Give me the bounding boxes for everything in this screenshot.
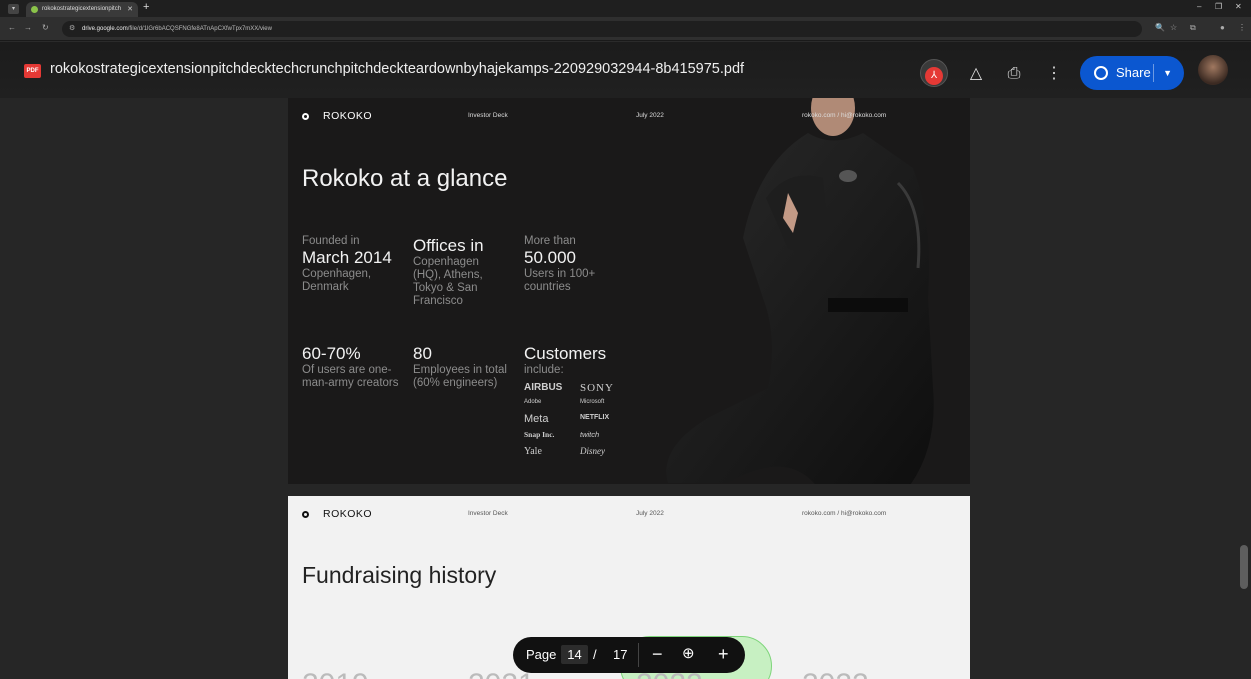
stat-customers-value: Customers — [524, 344, 607, 363]
logo-twitch: twitch — [580, 430, 600, 439]
tab-close-icon[interactable]: ✕ — [127, 2, 133, 17]
logo-disney: Disney — [580, 446, 605, 456]
stat-founded-pre: Founded in — [302, 235, 360, 247]
zoom-out-icon[interactable]: − — [652, 643, 663, 665]
new-tab-button[interactable]: + — [143, 1, 149, 13]
stat-creators-post: Of users are one-man-army creators — [302, 364, 399, 389]
stat-offices-post: Copenhagen (HQ), Athens, Tokyo & San Fra… — [413, 256, 483, 307]
page-label: Page — [526, 647, 557, 662]
zoom-fit-icon[interactable]: ⊕ — [682, 643, 695, 665]
page-separator: / — [593, 647, 597, 662]
open-with-acrobat-button[interactable]: ⅄ — [920, 59, 948, 87]
share-button[interactable]: Share ▼ — [1080, 56, 1184, 90]
globe-icon — [1094, 66, 1108, 80]
site-info-icon[interactable]: ⚙ — [69, 21, 75, 37]
pager-divider — [638, 643, 639, 667]
add-to-drive-icon[interactable]: △ — [962, 60, 990, 88]
url-host: drive.google.com — [82, 26, 128, 32]
browser-tab-strip: ▾ rokokostrategicextensionpitch ✕ + – ❐ … — [0, 0, 1251, 17]
stat-founded-value: March 2014 — [302, 248, 392, 267]
slide-header-contact: rokoko.com / hi@rokoko.com — [802, 112, 887, 119]
person-in-mocap-suit-image — [666, 98, 934, 484]
slide-header-doc: Investor Deck — [468, 112, 508, 119]
page-number-input[interactable]: 14 — [561, 645, 588, 664]
viewer-scrollbar[interactable] — [1240, 545, 1248, 589]
forward-icon[interactable]: → — [24, 23, 32, 32]
stat-offices: Offices in Copenhagen (HQ), Athens, Toky… — [413, 236, 508, 308]
stat-founded: Founded in March 2014 Copenhagen, Denmar… — [302, 235, 402, 294]
pdf-page-14: ROKOKO Investor Deck July 2022 rokoko.co… — [288, 98, 970, 484]
slide-title: Fundraising history — [302, 562, 497, 588]
stat-users-post: Users in 100+ countries — [524, 268, 596, 293]
logo-sony: SONY — [580, 382, 614, 394]
account-avatar[interactable] — [1198, 55, 1228, 85]
zoom-icon[interactable]: 🔍 — [1155, 23, 1165, 32]
logo-airbus: AIRBUS — [524, 382, 563, 393]
back-icon[interactable]: ← — [8, 23, 16, 32]
slide-header-date: July 2022 — [636, 510, 664, 517]
share-label: Share — [1116, 65, 1151, 80]
stat-customers: Customers include: — [524, 344, 634, 377]
rokoko-logo-icon — [302, 113, 309, 120]
extensions-icon[interactable]: ⧉ — [1190, 23, 1196, 33]
close-window-icon[interactable]: ✕ — [1235, 2, 1242, 11]
browser-tab[interactable]: rokokostrategicextensionpitch ✕ — [26, 2, 138, 17]
slide-header-contact: rokoko.com / hi@rokoko.com — [802, 510, 887, 517]
logo-netflix: NETFLIX — [580, 414, 610, 421]
pdf-file-icon: PDF — [24, 64, 41, 78]
slide-logo-text: ROKOKO — [323, 110, 373, 122]
more-options-icon[interactable]: ⋮ — [1040, 60, 1068, 88]
url-path: /file/d/1lGr6bACQSFNGfe8ATnApCXfwTpx7mXX… — [127, 26, 272, 32]
logo-yale: Yale — [524, 446, 542, 457]
share-divider — [1153, 64, 1154, 82]
slide-logo-text: ROKOKO — [323, 508, 373, 520]
file-name: rokokostrategicextensionpitchdecktechcru… — [50, 61, 745, 77]
stat-employees-post: Employees in total (60% engineers) — [413, 364, 507, 389]
year-label: 2019 — [302, 668, 369, 679]
page-navigator: Page 14 / 17 − ⊕ + — [513, 637, 745, 673]
zoom-in-icon[interactable]: + — [718, 643, 729, 665]
profile-icon[interactable]: ● — [1220, 23, 1225, 32]
slide-title: Rokoko at a glance — [302, 165, 508, 192]
total-pages: 17 — [613, 647, 628, 662]
stat-creators-value: 60-70% — [302, 344, 361, 363]
url-field[interactable]: ⚙ drive.google.com/file/d/1lGr6bACQSFNGf… — [62, 21, 1142, 37]
tab-title: rokokostrategicextensionpitch — [42, 6, 122, 12]
tab-search-button[interactable]: ▾ — [8, 4, 19, 14]
slide-header-doc: Investor Deck — [468, 510, 508, 517]
maximize-icon[interactable]: ❐ — [1215, 2, 1222, 11]
stat-founded-post: Copenhagen, Denmark — [302, 268, 372, 293]
stat-customers-post: include: — [524, 364, 564, 376]
year-label: 2022 — [802, 668, 869, 679]
reload-icon[interactable]: ↻ — [42, 23, 49, 32]
stat-offices-value: Offices in — [413, 236, 484, 255]
print-icon[interactable]: ⎙ — [1000, 60, 1028, 88]
logo-snap: Snap Inc. — [524, 430, 555, 439]
acrobat-icon: ⅄ — [925, 67, 943, 85]
share-dropdown-icon[interactable]: ▼ — [1163, 56, 1172, 90]
logo-meta: Meta — [524, 413, 549, 425]
logo-adobe: Adobe — [524, 399, 542, 405]
minimize-icon[interactable]: – — [1197, 2, 1201, 11]
rokoko-logo-icon — [302, 511, 309, 518]
stat-users-pre: More than — [524, 235, 576, 247]
address-bar-row: ← → ↻ ⚙ drive.google.com/file/d/1lGr6bAC… — [0, 17, 1251, 41]
stat-users: More than 50.000 Users in 100+ countries — [524, 235, 619, 294]
slide-header-date: July 2022 — [636, 112, 664, 119]
stat-users-value: 50.000 — [524, 248, 576, 267]
bookmark-star-icon[interactable]: ☆ — [1170, 23, 1177, 32]
tab-favicon-icon — [31, 6, 38, 13]
browser-menu-icon[interactable]: ⋮ — [1238, 23, 1246, 32]
stat-employees-value: 80 — [413, 344, 432, 363]
logo-microsoft: Microsoft — [580, 399, 605, 405]
stat-employees: 80 Employees in total (60% engineers) — [413, 344, 508, 390]
stat-creators: 60-70% Of users are one-man-army creator… — [302, 344, 402, 390]
